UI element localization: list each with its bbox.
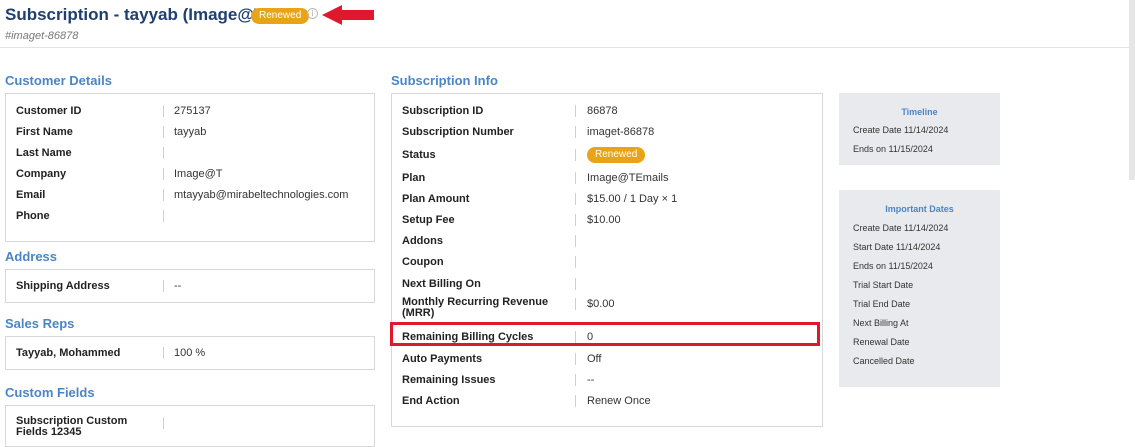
- detail-row: Auto Payments Off: [402, 353, 602, 365]
- detail-row: Setup Fee $10.00: [402, 214, 621, 226]
- subscription-info-title: Subscription Info: [391, 73, 498, 88]
- detail-row: Subscription ID 86878: [402, 105, 618, 117]
- detail-row: Last Name: [16, 146, 368, 160]
- important-dates-panel: Important Dates Create Date 11/14/2024 S…: [839, 190, 1000, 387]
- detail-row: Plan Image@TEmails: [402, 172, 669, 184]
- important-date-line: Trial End Date: [853, 299, 911, 309]
- important-dates-title: Important Dates: [885, 204, 954, 214]
- detail-row: Phone: [16, 209, 368, 223]
- detail-row: Status Renewed: [402, 147, 816, 163]
- sales-reps-title: Sales Reps: [5, 316, 75, 331]
- custom-fields-box: Subscription Custom Fields 12345: [5, 405, 375, 447]
- info-icon[interactable]: i: [307, 8, 318, 19]
- important-date-line: Renewal Date: [853, 337, 910, 347]
- detail-row: End Action Renew Once: [402, 395, 651, 407]
- important-date-line: Create Date 11/14/2024: [853, 223, 949, 233]
- subscription-info-box: Subscription ID 86878 Subscription Numbe…: [391, 93, 823, 427]
- detail-row: Remaining Issues --: [402, 374, 595, 386]
- detail-row: Shipping Address --: [16, 280, 182, 292]
- detail-row: Next Billing On: [402, 277, 816, 291]
- important-date-line: Trial Start Date: [853, 280, 914, 290]
- timeline-line: Create Date 11/14/2024: [853, 125, 949, 135]
- important-date-line: Ends on 11/15/2024: [853, 261, 933, 271]
- timeline-line: Ends on 11/15/2024: [853, 144, 933, 154]
- page-title: Subscription - tayyab (Image@T): [5, 5, 271, 24]
- timeline-panel: Timeline Create Date 11/14/2024 Ends on …: [839, 93, 1000, 165]
- page-header: Subscription - tayyab (Image@T) Renewed …: [0, 0, 1135, 48]
- detail-row: Tayyab, Mohammed 100 %: [16, 347, 206, 359]
- detail-row: Plan Amount $15.00 / 1 Day × 1: [402, 193, 678, 205]
- scrollbar[interactable]: [1129, 0, 1135, 180]
- subscription-code: #imaget-86878: [5, 30, 79, 42]
- customer-details-title: Customer Details: [5, 73, 112, 88]
- detail-row: Addons: [402, 234, 816, 248]
- status-badge: Renewed: [251, 8, 310, 24]
- customer-details-box: Customer ID 275137 First Name tayyab Las…: [5, 93, 375, 242]
- detail-row: Customer ID 275137: [16, 105, 211, 117]
- detail-row: Subscription Number imaget-86878: [402, 126, 655, 138]
- detail-row: First Name tayyab: [16, 126, 207, 138]
- sales-reps-box: Tayyab, Mohammed 100 %: [5, 336, 375, 370]
- detail-row: Monthly Recurring Revenue (MRR) $0.00: [402, 296, 615, 319]
- detail-row: Subscription Custom Fields 12345: [16, 416, 368, 444]
- important-date-line: Next Billing At: [853, 318, 909, 328]
- address-box: Shipping Address --: [5, 269, 375, 303]
- highlight-box: [390, 322, 820, 346]
- important-date-line: Start Date 11/14/2024: [853, 242, 941, 252]
- detail-row: Company Image@T: [16, 168, 223, 180]
- detail-row: Email mtayyab@mirabeltechnologies.com: [16, 189, 349, 201]
- timeline-title: Timeline: [901, 107, 938, 117]
- address-title: Address: [5, 249, 58, 264]
- red-arrow-icon: [322, 5, 374, 25]
- important-date-line: Cancelled Date: [853, 356, 915, 366]
- detail-row: Coupon: [402, 255, 816, 269]
- status-badge: Renewed: [587, 147, 646, 163]
- custom-fields-title: Custom Fields: [5, 385, 95, 400]
